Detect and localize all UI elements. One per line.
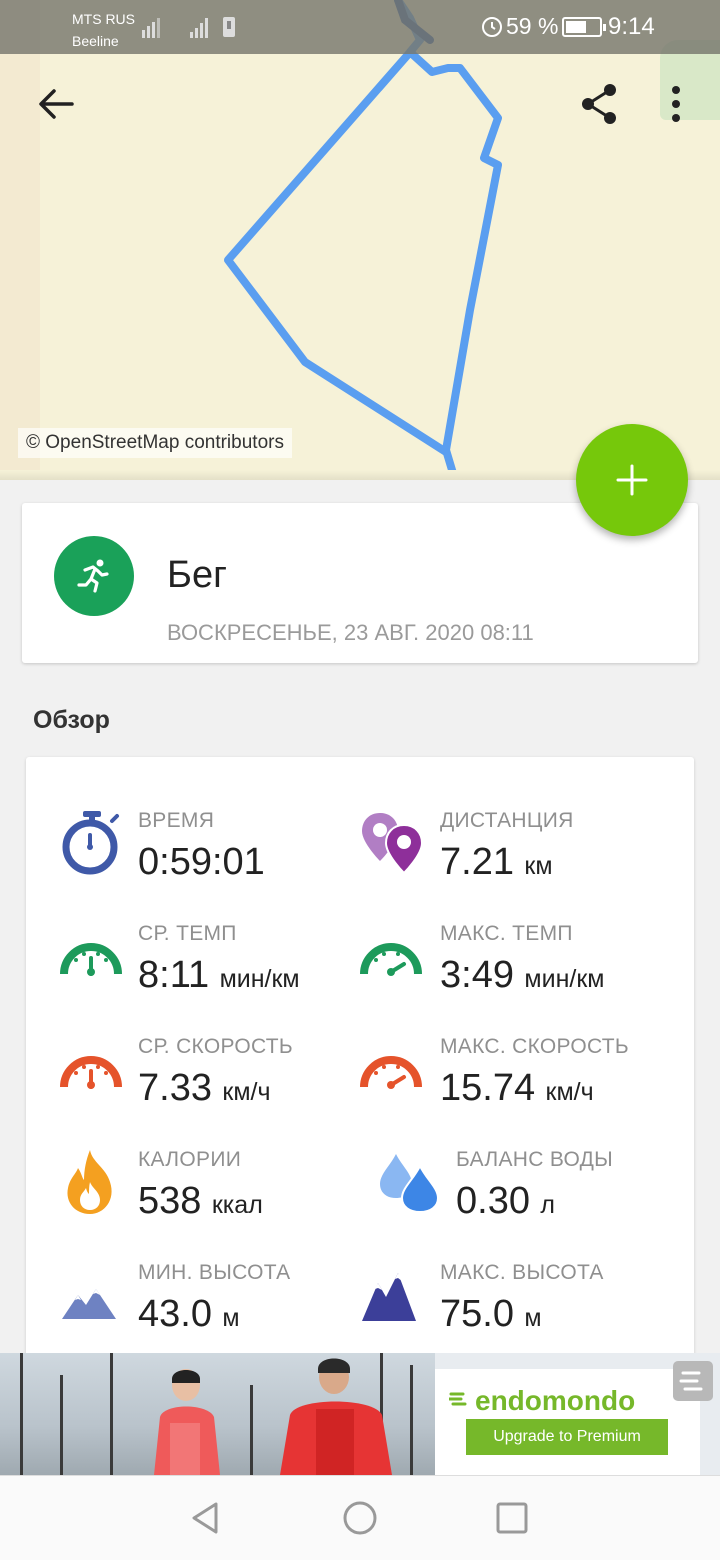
stat-unit: л xyxy=(540,1191,556,1219)
stat-value: 7.33 xyxy=(138,1067,212,1109)
stat-value: 0:59:01 xyxy=(138,841,265,883)
sport-avatar xyxy=(54,536,134,616)
flame-icon xyxy=(67,1150,112,1214)
status-bar: MTS RUS Beeline 59 % 9:14 xyxy=(0,0,720,54)
stopwatch-icon xyxy=(62,811,119,875)
stat-label: БАЛАНС ВОДЫ xyxy=(456,1148,614,1171)
stat-max-speed: МАКС. СКОРОСТЬ 15.74 км/ч xyxy=(360,1035,680,1125)
home-circle-icon[interactable] xyxy=(340,1498,380,1538)
stat-unit: км xyxy=(524,852,553,880)
plus-icon xyxy=(616,464,648,496)
stat-label: ВРЕМЯ xyxy=(138,809,215,832)
add-button[interactable] xyxy=(576,424,688,536)
ad-brand: endomondo xyxy=(475,1385,636,1416)
clock: 9:14 xyxy=(608,13,655,40)
ad-photo xyxy=(0,1353,435,1475)
stat-label: СР. ТЕМП xyxy=(138,922,237,945)
stats-card: ВРЕМЯ 0:59:01 ДИСТАНЦИЯ 7.21 км СР. ТЕМП xyxy=(26,757,694,1377)
runner-man-image xyxy=(280,1358,392,1475)
stat-label: КАЛОРИИ xyxy=(138,1148,242,1171)
runner-woman-image xyxy=(154,1369,220,1475)
location-pin-icon xyxy=(362,813,424,875)
running-icon xyxy=(77,559,109,593)
signal-icon xyxy=(190,14,208,38)
recents-square-icon[interactable] xyxy=(492,1498,532,1538)
stat-label: МАКС. ВЫСОТА xyxy=(440,1261,604,1284)
route-path xyxy=(224,0,502,480)
mountains-icon xyxy=(62,1289,116,1319)
stat-distance: ДИСТАНЦИЯ 7.21 км xyxy=(360,809,680,899)
stat-unit: км/ч xyxy=(545,1078,594,1106)
stat-unit: км/ч xyxy=(222,1078,271,1106)
stat-label: СР. СКОРОСТЬ xyxy=(138,1035,293,1058)
water-drops-icon xyxy=(380,1154,440,1214)
signal-icon xyxy=(142,14,160,38)
stat-value: 7.21 xyxy=(440,841,514,883)
stat-unit: м xyxy=(222,1304,240,1332)
stat-value: 43.0 xyxy=(138,1293,212,1335)
back-triangle-icon[interactable] xyxy=(186,1498,226,1538)
stat-unit: мин/км xyxy=(524,965,605,993)
stat-value: 15.74 xyxy=(440,1067,536,1109)
activity-card[interactable]: Бег ВОСКРЕСЕНЬЕ, 23 АВГ. 2020 08:11 xyxy=(22,503,698,663)
battery-icon xyxy=(562,17,606,37)
stat-value: 538 xyxy=(138,1180,202,1222)
stat-value: 75.0 xyxy=(440,1293,514,1335)
speedometer-icon xyxy=(360,1056,422,1089)
overview-title: Обзор xyxy=(33,706,110,734)
stat-label: МИН. ВЫСОТА xyxy=(138,1261,291,1284)
map-attribution[interactable]: © OpenStreetMap contributors xyxy=(18,428,292,458)
stat-unit: м xyxy=(524,1304,542,1332)
ad-info-button[interactable] xyxy=(673,1361,713,1401)
route-map[interactable]: © OpenStreetMap contributors xyxy=(0,0,720,480)
stat-label: ДИСТАНЦИЯ xyxy=(440,809,574,832)
back-arrow-icon[interactable] xyxy=(32,80,80,128)
stat-label: МАКС. ТЕМП xyxy=(440,922,573,945)
battery-percent: 59 % xyxy=(506,13,559,39)
mountains-icon xyxy=(362,1273,416,1321)
ad-choices-icon xyxy=(679,1371,703,1391)
speedometer-icon xyxy=(60,943,122,976)
sport-name: Бег xyxy=(167,554,227,596)
stat-duration: ВРЕМЯ 0:59:01 xyxy=(60,809,380,899)
speedometer-icon xyxy=(360,943,422,976)
stat-value: 0.30 xyxy=(456,1180,530,1222)
stat-value: 3:49 xyxy=(440,954,514,996)
carrier-secondary: Beeline xyxy=(72,33,119,49)
stat-avg-pace: СР. ТЕМП 8:11 мин/км xyxy=(60,922,380,1012)
workout-date: ВОСКРЕСЕНЬЕ, 23 АВГ. 2020 08:11 xyxy=(167,620,534,645)
alarm-icon xyxy=(482,17,502,37)
stat-hydration: БАЛАНС ВОДЫ 0.30 л xyxy=(376,1148,696,1238)
ad-banner[interactable]: endomondo Upgrade to Premium xyxy=(0,1353,720,1475)
stat-calories: КАЛОРИИ 538 ккал xyxy=(60,1148,380,1238)
carrier-info: MTS RUS Beeline xyxy=(72,8,135,52)
stat-avg-speed: СР. СКОРОСТЬ 7.33 км/ч xyxy=(60,1035,380,1125)
sim-icon xyxy=(223,17,235,37)
speedometer-icon xyxy=(60,1056,122,1089)
stat-label: МАКС. СКОРОСТЬ xyxy=(440,1035,629,1058)
stat-max-pace: МАКС. ТЕМП 3:49 мин/км xyxy=(360,922,680,1012)
stat-unit: мин/км xyxy=(219,965,300,993)
endomondo-logo-icon xyxy=(449,1392,467,1406)
carrier-primary: MTS RUS xyxy=(72,11,135,27)
share-icon[interactable] xyxy=(576,80,624,128)
system-nav-bar xyxy=(0,1475,720,1560)
ad-cta-panel[interactable]: endomondo Upgrade to Premium xyxy=(435,1369,700,1475)
stat-unit: ккал xyxy=(211,1191,263,1219)
stat-min-altitude: МИН. ВЫСОТА 43.0 м xyxy=(60,1261,380,1351)
more-vert-icon[interactable] xyxy=(652,80,700,128)
stat-value: 8:11 xyxy=(138,954,210,996)
upgrade-premium-button[interactable]: Upgrade to Premium xyxy=(466,1419,668,1455)
stat-max-altitude: МАКС. ВЫСОТА 75.0 м xyxy=(360,1261,680,1351)
